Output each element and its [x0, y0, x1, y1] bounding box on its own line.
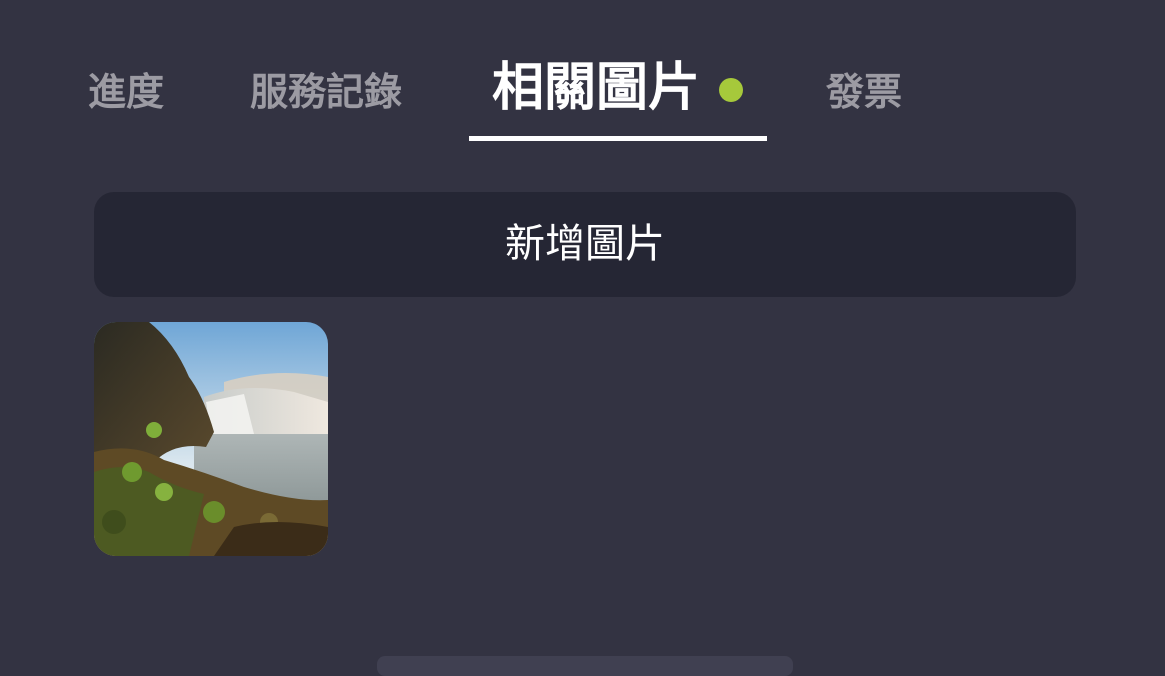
active-tab-underline: [469, 136, 767, 141]
new-indicator-dot: [719, 78, 743, 102]
tab-bar: 進度 服務記錄 相關圖片 發票: [0, 0, 1165, 145]
tab-related-images[interactable]: 相關圖片: [492, 58, 700, 118]
tab-invoice[interactable]: 發票: [826, 62, 902, 122]
tab-progress[interactable]: 進度: [88, 62, 164, 122]
image-thumbnail[interactable]: [94, 322, 328, 556]
waterfall-image: [94, 322, 328, 556]
add-image-button[interactable]: 新增圖片: [94, 192, 1076, 297]
tab-service-records[interactable]: 服務記錄: [250, 62, 402, 122]
bottom-sheet-handle: [377, 656, 793, 676]
